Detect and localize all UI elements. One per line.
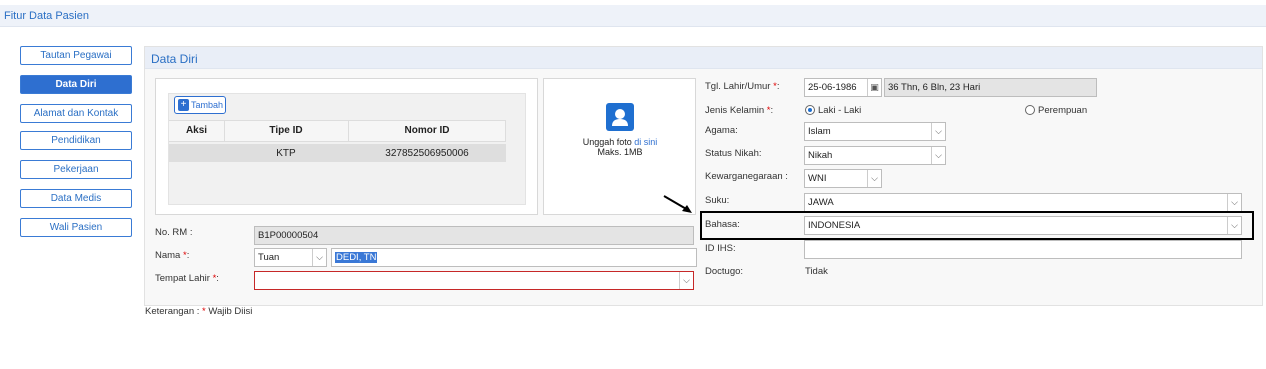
page-title: Fitur Data Pasien (4, 10, 89, 22)
nav-pendidikan[interactable]: Pendidikan (20, 131, 132, 150)
id-ihs-label: ID IHS: (705, 243, 736, 254)
col-nomor-id: Nomor ID (404, 125, 450, 136)
status-nikah-select[interactable]: Nikah ⌵ (804, 146, 946, 165)
nav-tautan-pegawai[interactable]: Tautan Pegawai (20, 46, 132, 65)
nav-wali-pasien[interactable]: Wali Pasien (20, 218, 132, 237)
no-rm-label: No. RM : (155, 227, 193, 238)
pointer-arrow-icon (663, 195, 692, 213)
page-header: Fitur Data Pasien (0, 5, 1266, 27)
add-document-icon: + (178, 99, 189, 111)
radio-laki-laki-label: Laki - Laki (818, 105, 862, 116)
add-id-button[interactable]: + Tambah (174, 96, 226, 114)
nav-data-diri[interactable]: Data Diri (20, 75, 132, 94)
radio-perempuan-label: Perempuan (1038, 105, 1088, 116)
cell-nomor-id: 327852506950006 (385, 148, 469, 159)
agama-select[interactable]: Islam ⌵ (804, 122, 946, 141)
tempat-lahir-label: Tempat Lahir *: (155, 273, 219, 284)
kewarganegaraan-select[interactable]: WNI ⌵ (804, 169, 882, 188)
doctugo-label: Doctugo: (705, 266, 744, 277)
suku-select[interactable]: JAWA ⌵ (804, 193, 1242, 212)
chevron-down-icon: ⌵ (931, 123, 945, 140)
tgl-lahir-label: Tgl. Lahir/Umur *: (705, 81, 780, 92)
tempat-lahir-select[interactable]: ⌵ (254, 271, 694, 290)
section-title: Data Diri (151, 52, 198, 66)
tgl-lahir-field[interactable]: 25-06-1986 ▣ (804, 78, 882, 97)
jenis-kelamin-label: Jenis Kelamin *: (705, 105, 774, 116)
col-tipe-id: Tipe ID (269, 125, 303, 136)
nav-pekerjaan[interactable]: Pekerjaan (20, 160, 132, 179)
footnote: Keterangan : * Wajib Diisi (145, 306, 253, 317)
chevron-down-icon: ⌵ (312, 249, 326, 266)
calendar-icon[interactable]: ▣ (867, 79, 881, 96)
photo-upload-text: Unggah foto di sini (582, 137, 658, 147)
nama-label: Nama *: (155, 250, 190, 261)
col-aksi: Aksi (185, 125, 208, 136)
user-photo-icon (606, 103, 634, 131)
chevron-down-icon: ⌵ (1227, 194, 1241, 211)
nav-alamat-dan-kontak[interactable]: Alamat dan Kontak (20, 104, 132, 123)
highlight-box (700, 211, 1254, 240)
chevron-down-icon: ⌵ (931, 147, 945, 164)
add-id-label: Tambah (191, 100, 224, 110)
chevron-down-icon: ⌵ (679, 272, 693, 289)
chevron-down-icon: ⌵ (867, 170, 881, 187)
id-ihs-field[interactable] (804, 240, 1242, 259)
status-nikah-label: Status Nikah: (705, 148, 762, 159)
nav-data-medis[interactable]: Data Medis (20, 189, 132, 208)
nama-field[interactable]: DEDI, TN (331, 248, 697, 267)
umur-field: 36 Thn, 6 Bln, 23 Hari (884, 78, 1097, 97)
title-select[interactable]: Tuan ⌵ (254, 248, 327, 267)
doctugo-value: Tidak (805, 266, 828, 277)
no-rm-field[interactable]: B1P00000504 (254, 226, 694, 245)
upload-link[interactable]: di sini (634, 137, 657, 147)
photo-limit: Maks. 1MB (597, 147, 643, 157)
cell-tipe-id: KTP (276, 148, 296, 159)
agama-label: Agama: (705, 125, 738, 136)
suku-label: Suku: (705, 195, 730, 206)
section-header: Data Diri (145, 47, 1262, 69)
radio-laki-laki[interactable] (805, 105, 815, 115)
kewarganegaraan-label: Kewarganegaraan : (705, 171, 788, 182)
radio-perempuan[interactable] (1025, 105, 1035, 115)
